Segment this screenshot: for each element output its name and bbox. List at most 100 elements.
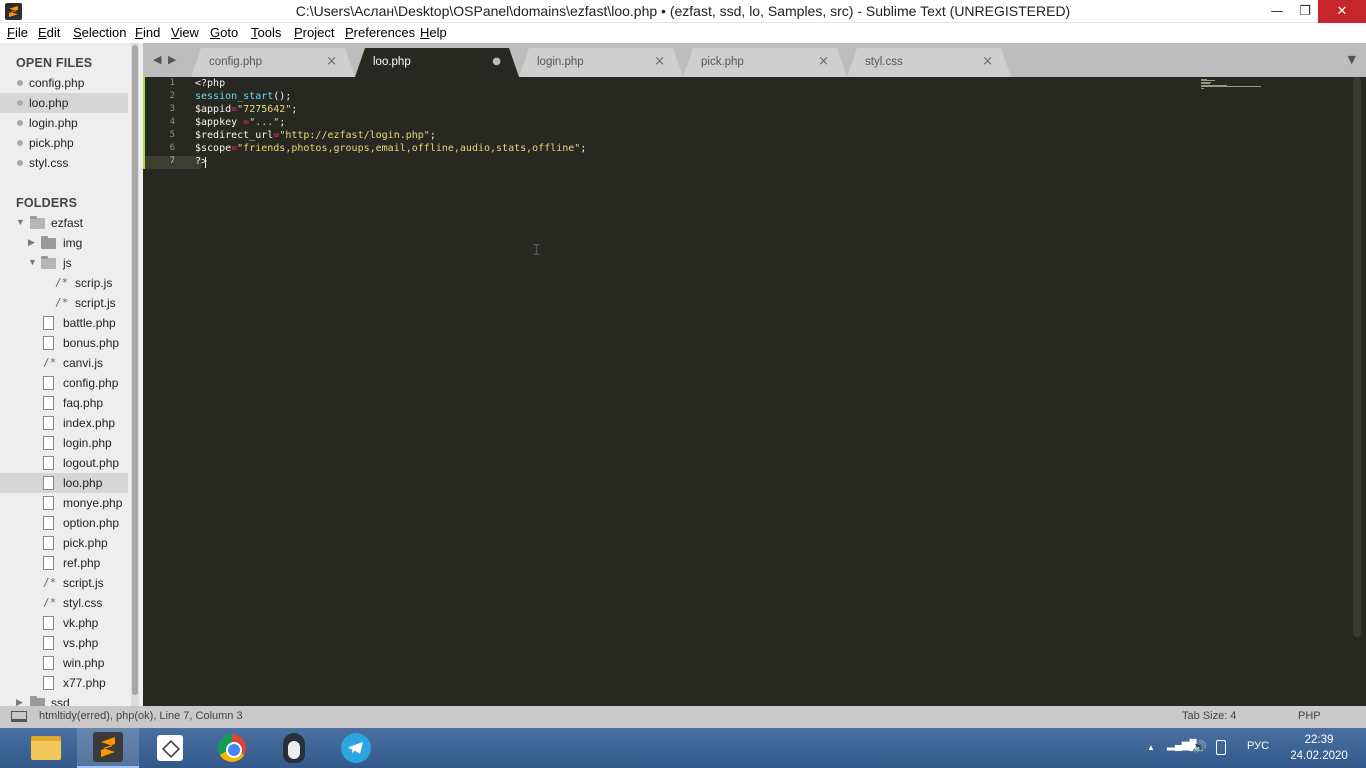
file-item[interactable]: /* scrip.js bbox=[0, 273, 128, 293]
penguin-icon bbox=[283, 733, 305, 763]
menu-project[interactable]: Project bbox=[294, 25, 334, 40]
window-title: C:\Users\Аслан\Desktop\OSPanel\domains\e… bbox=[295, 3, 1071, 19]
tab-prev-icon[interactable]: ◀ bbox=[153, 53, 161, 66]
code-line[interactable]: <?php bbox=[195, 78, 225, 89]
open-file-item[interactable]: pick.php bbox=[0, 133, 128, 153]
file-item[interactable]: /* styl.css bbox=[0, 593, 128, 613]
disclosure-open-icon: ▼ bbox=[16, 217, 25, 227]
code-token: ; bbox=[279, 117, 286, 128]
tab-list-dropdown-icon[interactable]: ▼ bbox=[1348, 53, 1356, 66]
file-item[interactable]: monye.php bbox=[0, 493, 128, 513]
taskbar-file-explorer[interactable] bbox=[15, 728, 77, 768]
file-item[interactable]: logout.php bbox=[0, 453, 128, 473]
menu-find[interactable]: Find bbox=[135, 25, 160, 40]
menu-goto[interactable]: Goto bbox=[210, 25, 238, 40]
file-item[interactable]: login.php bbox=[0, 433, 128, 453]
volume-icon[interactable]: 🔊 bbox=[1192, 740, 1207, 754]
open-files-heading: OPEN FILES bbox=[16, 56, 93, 70]
sidebar-scrollbar[interactable] bbox=[131, 43, 139, 706]
tab-close-icon[interactable]: × bbox=[326, 54, 337, 69]
menu-help[interactable]: Help bbox=[420, 25, 447, 40]
taskbar-3d-box-app[interactable] bbox=[139, 728, 201, 768]
editor-scrollbar[interactable] bbox=[1353, 77, 1361, 637]
menu-edit[interactable]: Edit bbox=[38, 25, 60, 40]
file-item[interactable]: x77.php bbox=[0, 673, 128, 693]
code-token: "7275642" bbox=[237, 104, 292, 115]
file-item[interactable]: /* script.js bbox=[0, 573, 128, 593]
tray-overflow-icon[interactable]: ▲ bbox=[1147, 743, 1155, 752]
code-line[interactable]: $scope="friends,photos,groups,email,offl… bbox=[195, 143, 586, 154]
taskbar-chrome[interactable] bbox=[201, 728, 263, 768]
folder-label: ezfast bbox=[51, 216, 84, 230]
tab-config-php[interactable]: config.php × bbox=[191, 48, 355, 77]
folder-item[interactable]: ▼ ezfast bbox=[0, 213, 128, 233]
code-line[interactable]: $appkey ="..."; bbox=[195, 117, 285, 128]
file-item[interactable]: pick.php bbox=[0, 533, 128, 553]
minimap[interactable] bbox=[1201, 79, 1261, 89]
minimize-button[interactable]: — bbox=[1262, 0, 1292, 23]
code-token: $appkey bbox=[195, 117, 244, 128]
menu-preferences[interactable]: Preferences bbox=[345, 25, 415, 40]
system-clock[interactable]: 22:39 24.02.2020 bbox=[1284, 732, 1354, 764]
open-file-label: pick.php bbox=[29, 136, 74, 150]
code-line[interactable]: session_start(); bbox=[195, 91, 291, 102]
line-number: 1 bbox=[169, 78, 175, 88]
tab-login-php[interactable]: login.php × bbox=[519, 48, 683, 77]
file-label: scrip.js bbox=[75, 276, 113, 290]
js-file-icon: /* bbox=[55, 276, 69, 289]
tab-close-icon[interactable]: × bbox=[654, 54, 665, 69]
tab-styl-css[interactable]: styl.css × bbox=[847, 48, 1011, 77]
file-item[interactable]: loo.php bbox=[0, 473, 128, 493]
open-file-item[interactable]: styl.css bbox=[0, 153, 128, 173]
file-item[interactable]: vk.php bbox=[0, 613, 128, 633]
panel-toggle-icon[interactable] bbox=[11, 711, 27, 722]
file-item[interactable]: faq.php bbox=[0, 393, 128, 413]
open-file-item[interactable]: loo.php bbox=[0, 93, 128, 113]
tab-unsaved-dot-icon[interactable]: ● bbox=[492, 56, 501, 67]
tab-pick-php[interactable]: pick.php × bbox=[683, 48, 847, 77]
file-item[interactable]: /* script.js bbox=[0, 293, 128, 313]
open-file-item[interactable]: login.php bbox=[0, 113, 128, 133]
taskbar-telegram[interactable] bbox=[325, 728, 387, 768]
file-icon bbox=[43, 616, 54, 630]
menu-file[interactable]: File bbox=[7, 25, 28, 40]
menu-selection[interactable]: Selection bbox=[73, 25, 126, 40]
battery-icon[interactable] bbox=[1216, 740, 1226, 755]
tab-size-indicator[interactable]: Tab Size: 4 bbox=[1182, 710, 1236, 722]
tab-loo-php[interactable]: loo.php ● bbox=[355, 48, 519, 77]
taskbar-sublime-text[interactable] bbox=[77, 728, 139, 768]
file-item[interactable]: index.php bbox=[0, 413, 128, 433]
folder-item[interactable]: ▶ img bbox=[0, 233, 128, 253]
menu-tools[interactable]: Tools bbox=[251, 25, 281, 40]
close-button[interactable]: ✕ bbox=[1318, 0, 1366, 23]
tab-close-icon[interactable]: × bbox=[818, 54, 829, 69]
folder-item[interactable]: ▶ ssd bbox=[0, 693, 128, 706]
file-item[interactable]: vs.php bbox=[0, 633, 128, 653]
maximize-button[interactable]: ❐ bbox=[1290, 0, 1320, 23]
disclosure-closed-icon: ▶ bbox=[28, 237, 35, 247]
code-line[interactable]: $appid="7275642"; bbox=[195, 104, 297, 115]
file-item[interactable]: /* canvi.js bbox=[0, 353, 128, 373]
menu-bar: File Edit Selection Find View Goto Tools… bbox=[0, 23, 1366, 43]
code-line[interactable]: $redirect_url="http://ezfast/login.php"; bbox=[195, 130, 436, 141]
sidebar-scrollbar-thumb[interactable] bbox=[132, 45, 138, 695]
language-indicator[interactable]: РУС bbox=[1247, 740, 1269, 752]
taskbar-penguin-app[interactable] bbox=[263, 728, 325, 768]
tab-close-icon[interactable]: × bbox=[982, 54, 993, 69]
syntax-indicator[interactable]: PHP bbox=[1298, 710, 1321, 722]
file-item[interactable]: bonus.php bbox=[0, 333, 128, 353]
file-icon bbox=[43, 456, 54, 470]
open-file-item[interactable]: config.php bbox=[0, 73, 128, 93]
file-item[interactable]: config.php bbox=[0, 373, 128, 393]
folder-item[interactable]: ▼ js bbox=[0, 253, 128, 273]
file-dot-icon bbox=[17, 140, 23, 146]
file-item[interactable]: ref.php bbox=[0, 553, 128, 573]
tab-next-icon[interactable]: ▶ bbox=[168, 53, 176, 66]
file-item[interactable]: win.php bbox=[0, 653, 128, 673]
file-item[interactable]: option.php bbox=[0, 513, 128, 533]
file-icon bbox=[43, 376, 54, 390]
file-item[interactable]: battle.php bbox=[0, 313, 128, 333]
menu-view[interactable]: View bbox=[171, 25, 199, 40]
file-label: styl.css bbox=[63, 596, 103, 610]
code-editor[interactable]: 1 2 3 4 5 6 7 <?php session_start(); $appi… bbox=[143, 77, 1366, 706]
